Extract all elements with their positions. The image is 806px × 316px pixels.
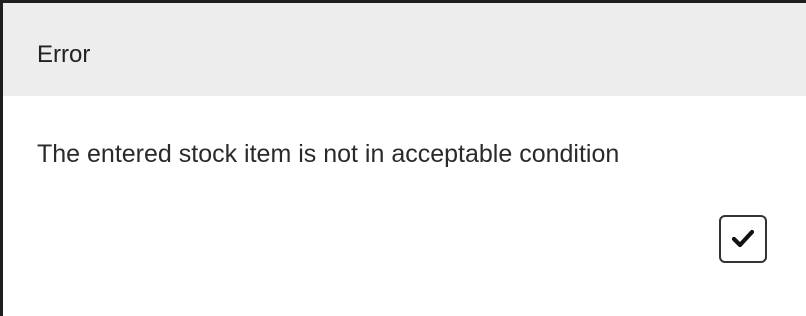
error-dialog: Error The entered stock item is not in a… — [0, 0, 806, 316]
confirm-button[interactable] — [719, 215, 767, 263]
dialog-header: Error — [3, 3, 806, 96]
error-message: The entered stock item is not in accepta… — [37, 140, 620, 168]
checkmark-icon — [731, 229, 755, 249]
dialog-title: Error — [37, 41, 91, 68]
